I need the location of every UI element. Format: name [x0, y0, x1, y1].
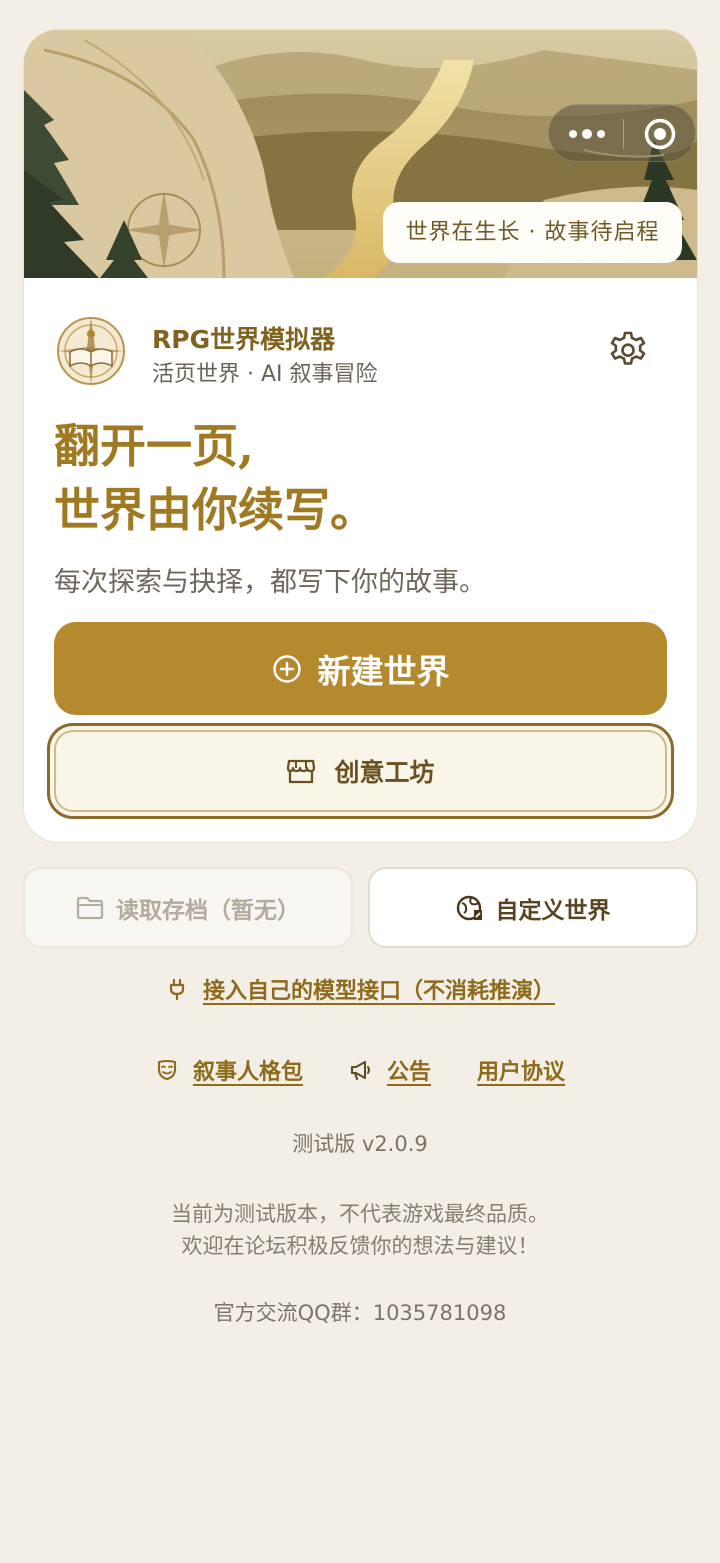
model-api-label: 接入自己的模型接口（不消耗推演） [202, 979, 555, 1004]
workshop-label: 创意工坊 [334, 758, 435, 787]
version-label: 测试版 v2.0.9 [292, 1132, 428, 1156]
announcement-link[interactable]: 公告 [349, 1054, 431, 1086]
subheadline: 每次探索与抉择，都写下你的故事。 [54, 567, 486, 598]
load-save-button[interactable]: 读取存档（暂无） [23, 867, 353, 948]
folder-icon [76, 896, 104, 919]
more-dots-icon[interactable] [567, 123, 607, 145]
compass-book-logo [57, 317, 125, 385]
new-world-button[interactable]: 新建世界 [54, 622, 667, 715]
record-target-icon[interactable] [643, 117, 677, 151]
app-name: RPG世界模拟器 [152, 325, 336, 354]
home-screen: 世界在生长 · 故事待启程 RPG世界模拟器 活页世界 · AI 叙事冒险 翻开… [0, 0, 720, 1563]
app-tagline: 活页世界 · AI 叙事冒险 [152, 362, 378, 387]
hero-banner: 世界在生长 · 故事待启程 [24, 30, 697, 278]
headline-line-1: 翻开一页, [54, 419, 255, 473]
headline: 翻开一页, 世界由你续写。 [54, 414, 376, 542]
narrator-pack-label: 叙事人格包 [192, 1060, 303, 1085]
workshop-button[interactable]: 创意工坊 [47, 723, 674, 819]
custom-world-label: 自定义世界 [495, 897, 611, 924]
narrator-pack-link[interactable]: 叙事人格包 [155, 1054, 303, 1086]
custom-world-button[interactable]: 自定义世界 [368, 867, 698, 948]
globe-edit-icon [456, 895, 482, 920]
capsule-divider [623, 119, 624, 149]
model-api-row: 接入自己的模型接口（不消耗推演） [0, 973, 720, 1005]
new-world-label: 新建世界 [317, 651, 450, 691]
headline-line-2: 世界由你续写。 [54, 483, 376, 537]
storefront-icon [287, 759, 316, 784]
gear-icon[interactable] [608, 330, 648, 370]
secondary-links-row: 叙事人格包 公告 用户协议 [0, 1054, 720, 1086]
user-agreement-link[interactable]: 用户协议 [477, 1054, 565, 1086]
beta-notice-line-2: 欢迎在论坛积极反馈你的想法与建议！ [181, 1234, 539, 1258]
load-save-label: 读取存档（暂无） [116, 897, 300, 924]
main-card: 世界在生长 · 故事待启程 RPG世界模拟器 活页世界 · AI 叙事冒险 翻开… [24, 30, 697, 842]
qq-group-label: 官方交流QQ群：1035781098 [213, 1301, 507, 1325]
brand-row: RPG世界模拟器 活页世界 · AI 叙事冒险 [56, 316, 676, 387]
megaphone-icon [350, 1060, 370, 1081]
model-api-link[interactable]: 接入自己的模型接口（不消耗推演） [165, 973, 555, 1005]
beta-notice: 当前为测试版本，不代表游戏最终品质。 欢迎在论坛积极反馈你的想法与建议！ [0, 1198, 720, 1262]
announcement-label: 公告 [386, 1060, 431, 1085]
plus-circle-icon [272, 654, 301, 683]
plug-icon [169, 978, 185, 1001]
theater-mask-icon [157, 1059, 177, 1081]
hero-tagline-pill: 世界在生长 · 故事待启程 [383, 202, 682, 263]
beta-notice-line-1: 当前为测试版本，不代表游戏最终品质。 [171, 1202, 549, 1226]
miniprogram-capsule [548, 104, 696, 162]
